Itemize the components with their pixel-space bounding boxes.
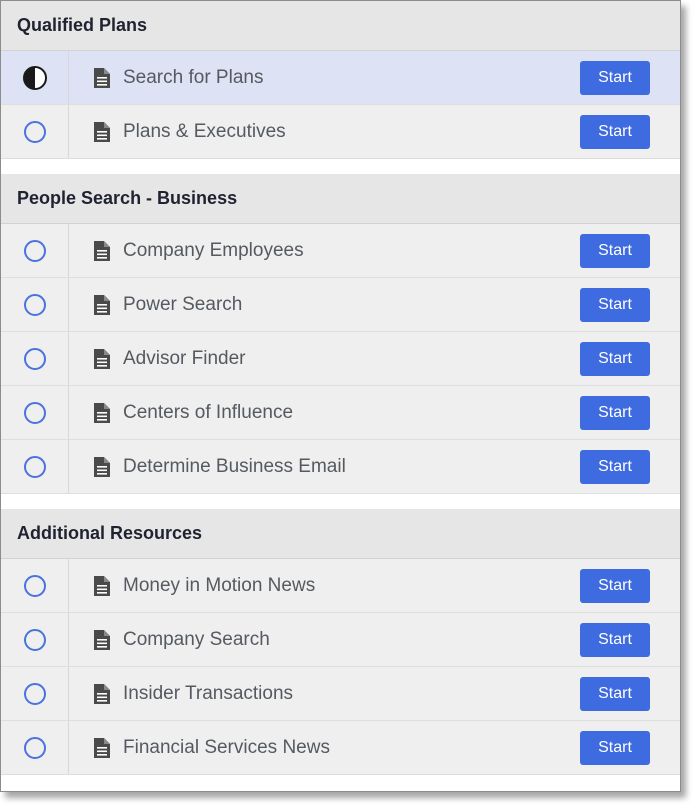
section-additional-resources: Additional Resources Money in Motion New… — [1, 509, 680, 775]
start-button[interactable]: Start — [580, 341, 650, 376]
item-content: Company Search — [69, 613, 580, 666]
item-label: Determine Business Email — [123, 455, 346, 477]
document-icon — [93, 240, 111, 261]
document-icon — [93, 348, 111, 369]
section-qualified-plans: Qualified Plans Search for Plans Start P… — [1, 1, 680, 159]
item-content: Insider Transactions — [69, 667, 580, 720]
item-label: Company Search — [123, 628, 270, 650]
list-item-advisor-finder[interactable]: Advisor Finder Start — [1, 332, 680, 386]
list-item-insider-transactions[interactable]: Insider Transactions Start — [1, 667, 680, 721]
list-item-power-search[interactable]: Power Search Start — [1, 278, 680, 332]
start-button[interactable]: Start — [580, 395, 650, 430]
empty-circle-icon — [23, 347, 46, 370]
document-icon — [93, 294, 111, 315]
status-cell — [1, 332, 69, 385]
button-cell: Start — [580, 51, 680, 104]
list-item-company-search[interactable]: Company Search Start — [1, 613, 680, 667]
item-content: Money in Motion News — [69, 559, 580, 612]
half-circle-icon — [22, 65, 47, 90]
status-cell — [1, 721, 69, 774]
button-cell: Start — [580, 332, 680, 385]
start-button[interactable]: Start — [580, 622, 650, 657]
empty-circle-icon — [23, 455, 46, 478]
button-cell: Start — [580, 440, 680, 493]
item-label: Money in Motion News — [123, 574, 316, 596]
item-label: Plans & Executives — [123, 120, 286, 142]
status-cell — [1, 613, 69, 666]
item-content: Centers of Influence — [69, 386, 580, 439]
item-content: Plans & Executives — [69, 105, 580, 158]
empty-circle-icon — [23, 574, 46, 597]
status-cell — [1, 278, 69, 331]
empty-circle-icon — [23, 120, 46, 143]
list-item-centers-of-influence[interactable]: Centers of Influence Start — [1, 386, 680, 440]
status-cell — [1, 667, 69, 720]
list-item-money-in-motion-news[interactable]: Money in Motion News Start — [1, 559, 680, 613]
start-button[interactable]: Start — [580, 730, 650, 765]
item-content: Power Search — [69, 278, 580, 331]
button-cell: Start — [580, 224, 680, 277]
start-button[interactable]: Start — [580, 568, 650, 603]
start-button[interactable]: Start — [580, 233, 650, 268]
list-item-company-employees[interactable]: Company Employees Start — [1, 224, 680, 278]
section-people-search-business: People Search - Business Company Employe… — [1, 174, 680, 494]
item-label: Financial Services News — [123, 736, 330, 758]
item-label: Insider Transactions — [123, 682, 294, 704]
document-icon — [93, 456, 111, 477]
item-content: Search for Plans — [69, 51, 580, 104]
start-button[interactable]: Start — [580, 60, 650, 95]
section-title: Additional Resources — [1, 509, 680, 559]
item-content: Determine Business Email — [69, 440, 580, 493]
empty-circle-icon — [23, 736, 46, 759]
document-icon — [93, 737, 111, 758]
status-cell — [1, 224, 69, 277]
button-cell: Start — [580, 667, 680, 720]
list-item-determine-business-email[interactable]: Determine Business Email Start — [1, 440, 680, 494]
status-cell — [1, 51, 69, 104]
course-outline-panel: Qualified Plans Search for Plans Start P… — [0, 0, 681, 792]
status-cell — [1, 105, 69, 158]
list-item-financial-services-news[interactable]: Financial Services News Start — [1, 721, 680, 775]
item-label: Centers of Influence — [123, 401, 294, 423]
item-label: Power Search — [123, 293, 243, 315]
item-content: Financial Services News — [69, 721, 580, 774]
document-icon — [93, 683, 111, 704]
section-title: People Search - Business — [1, 174, 680, 224]
empty-circle-icon — [23, 401, 46, 424]
item-content: Company Employees — [69, 224, 580, 277]
button-cell: Start — [580, 559, 680, 612]
status-cell — [1, 440, 69, 493]
item-label: Company Employees — [123, 239, 304, 261]
start-button[interactable]: Start — [580, 449, 650, 484]
button-cell: Start — [580, 386, 680, 439]
start-button[interactable]: Start — [580, 114, 650, 149]
list-item-search-for-plans[interactable]: Search for Plans Start — [1, 51, 680, 105]
empty-circle-icon — [23, 293, 46, 316]
document-icon — [93, 629, 111, 650]
document-icon — [93, 67, 111, 88]
empty-circle-icon — [23, 239, 46, 262]
empty-circle-icon — [23, 682, 46, 705]
document-icon — [93, 575, 111, 596]
button-cell: Start — [580, 278, 680, 331]
document-icon — [93, 121, 111, 142]
list-item-plans-executives[interactable]: Plans & Executives Start — [1, 105, 680, 159]
start-button[interactable]: Start — [580, 287, 650, 322]
status-cell — [1, 386, 69, 439]
button-cell: Start — [580, 105, 680, 158]
button-cell: Start — [580, 613, 680, 666]
document-icon — [93, 402, 111, 423]
start-button[interactable]: Start — [580, 676, 650, 711]
item-content: Advisor Finder — [69, 332, 580, 385]
item-label: Search for Plans — [123, 66, 264, 88]
empty-circle-icon — [23, 628, 46, 651]
status-cell — [1, 559, 69, 612]
item-label: Advisor Finder — [123, 347, 246, 369]
section-title: Qualified Plans — [1, 1, 680, 51]
button-cell: Start — [580, 721, 680, 774]
